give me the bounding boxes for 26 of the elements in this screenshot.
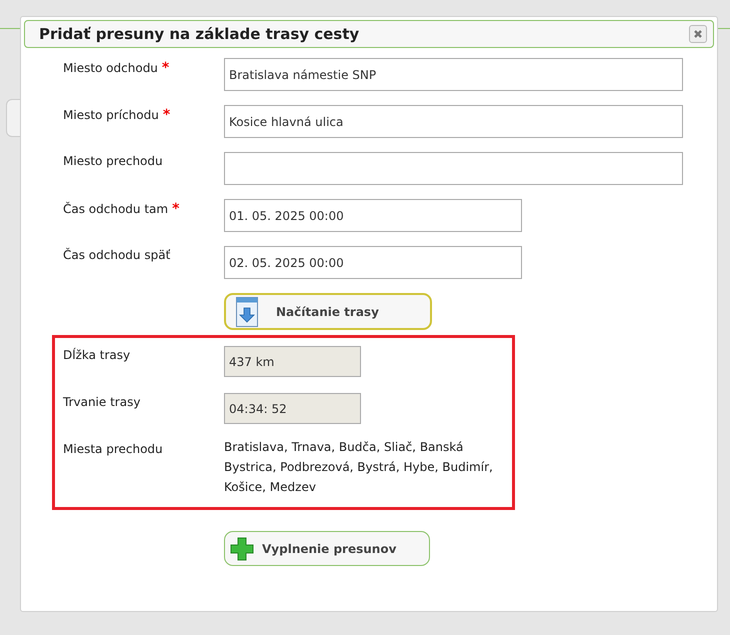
input-field[interactable] bbox=[224, 152, 683, 185]
readonly-field[interactable]: 04:34: 52 bbox=[224, 393, 361, 424]
field-label: Miesto prechodu bbox=[63, 154, 163, 168]
required-mark: * bbox=[162, 60, 170, 76]
download-icon bbox=[236, 296, 258, 326]
field-label: Čas odchodu tam bbox=[63, 202, 168, 216]
route-places-text: Bratislava, Trnava, Budča, Sliač, Banská Bystrica, Podbrezová, Bystrá, Hybe, Budimír, Košice, Medzev bbox=[224, 439, 494, 496]
required-mark: * bbox=[172, 201, 180, 217]
dialog-title: Pridať presuny na základe trasy cesty bbox=[39, 25, 360, 43]
fill-transfers-button[interactable]: Vyplnenie presunov bbox=[224, 531, 430, 566]
field-label: Trvanie trasy bbox=[63, 394, 142, 409]
readonly-field[interactable]: 437 km bbox=[224, 346, 361, 377]
required-mark: * bbox=[162, 107, 170, 123]
datetime-field[interactable]: 02. 05. 2025 00:00 bbox=[224, 246, 522, 279]
field-label: Miesto príchodu bbox=[63, 108, 159, 122]
plus-icon bbox=[230, 536, 254, 560]
close-icon bbox=[693, 29, 703, 39]
load-route-button[interactable]: Načítanie trasy bbox=[224, 293, 432, 330]
close-button[interactable] bbox=[689, 25, 707, 43]
input-field[interactable]: Kosice hlavná ulica bbox=[224, 105, 683, 138]
field-label: Miesto odchodu bbox=[63, 61, 158, 75]
field-label: Miesta prechodu bbox=[63, 441, 164, 456]
field-label: Čas odchodu späť bbox=[63, 248, 170, 262]
input-field[interactable]: Bratislava námestie SNP bbox=[224, 58, 683, 91]
field-label: Dĺžka trasy bbox=[63, 346, 132, 362]
datetime-field[interactable]: 01. 05. 2025 00:00 bbox=[224, 199, 522, 232]
